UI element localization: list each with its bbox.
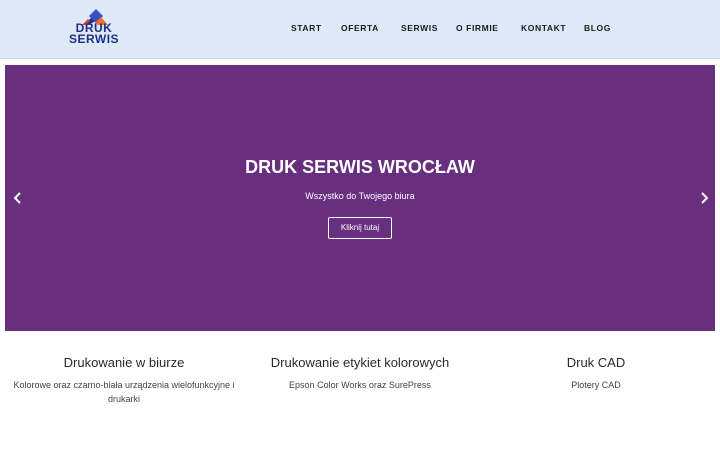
feature-title: Drukowanie etykiet kolorowych — [270, 355, 450, 370]
nav-item-o-firmie[interactable]: O FIRMIE — [456, 23, 499, 33]
feature-title: Drukowanie w biurze — [63, 355, 185, 370]
nav-item-start[interactable]: START — [291, 23, 322, 33]
feature-text: Epson Color Works oraz SurePress — [289, 380, 431, 390]
hero-cta-button[interactable]: Kliknij tutaj — [328, 217, 392, 239]
main-nav: START OFERTA SERWIS O FIRMIE KONTAKT BLO… — [0, 23, 720, 37]
nav-item-serwis[interactable]: SERWIS — [401, 23, 438, 33]
hero-subtitle: Wszystko do Twojego biura — [305, 191, 415, 201]
feature-card: Drukowanie w biurze Kolorowe oraz czarno… — [8, 355, 240, 406]
feature-card: Druk CAD Plotery CAD — [480, 355, 712, 392]
nav-item-kontakt[interactable]: KONTAKT — [521, 23, 566, 33]
site-header: DRUK SERWIS START OFERTA SERWIS O FIRMIE… — [0, 0, 720, 59]
feature-text: Kolorowe oraz czarno-biała urządzenia wi… — [13, 380, 235, 404]
hero-title: DRUK SERWIS WROCŁAW — [245, 157, 475, 177]
hero-slider: DRUK SERWIS WROCŁAW Wszystko do Twojego … — [5, 65, 715, 331]
feature-card: Drukowanie etykiet kolorowych Epson Colo… — [244, 355, 476, 392]
nav-item-blog[interactable]: BLOG — [584, 23, 611, 33]
chevron-right-icon[interactable] — [697, 190, 711, 206]
nav-item-oferta[interactable]: OFERTA — [341, 23, 379, 33]
feature-text: Plotery CAD — [571, 380, 621, 390]
feature-title: Druk CAD — [566, 355, 626, 370]
